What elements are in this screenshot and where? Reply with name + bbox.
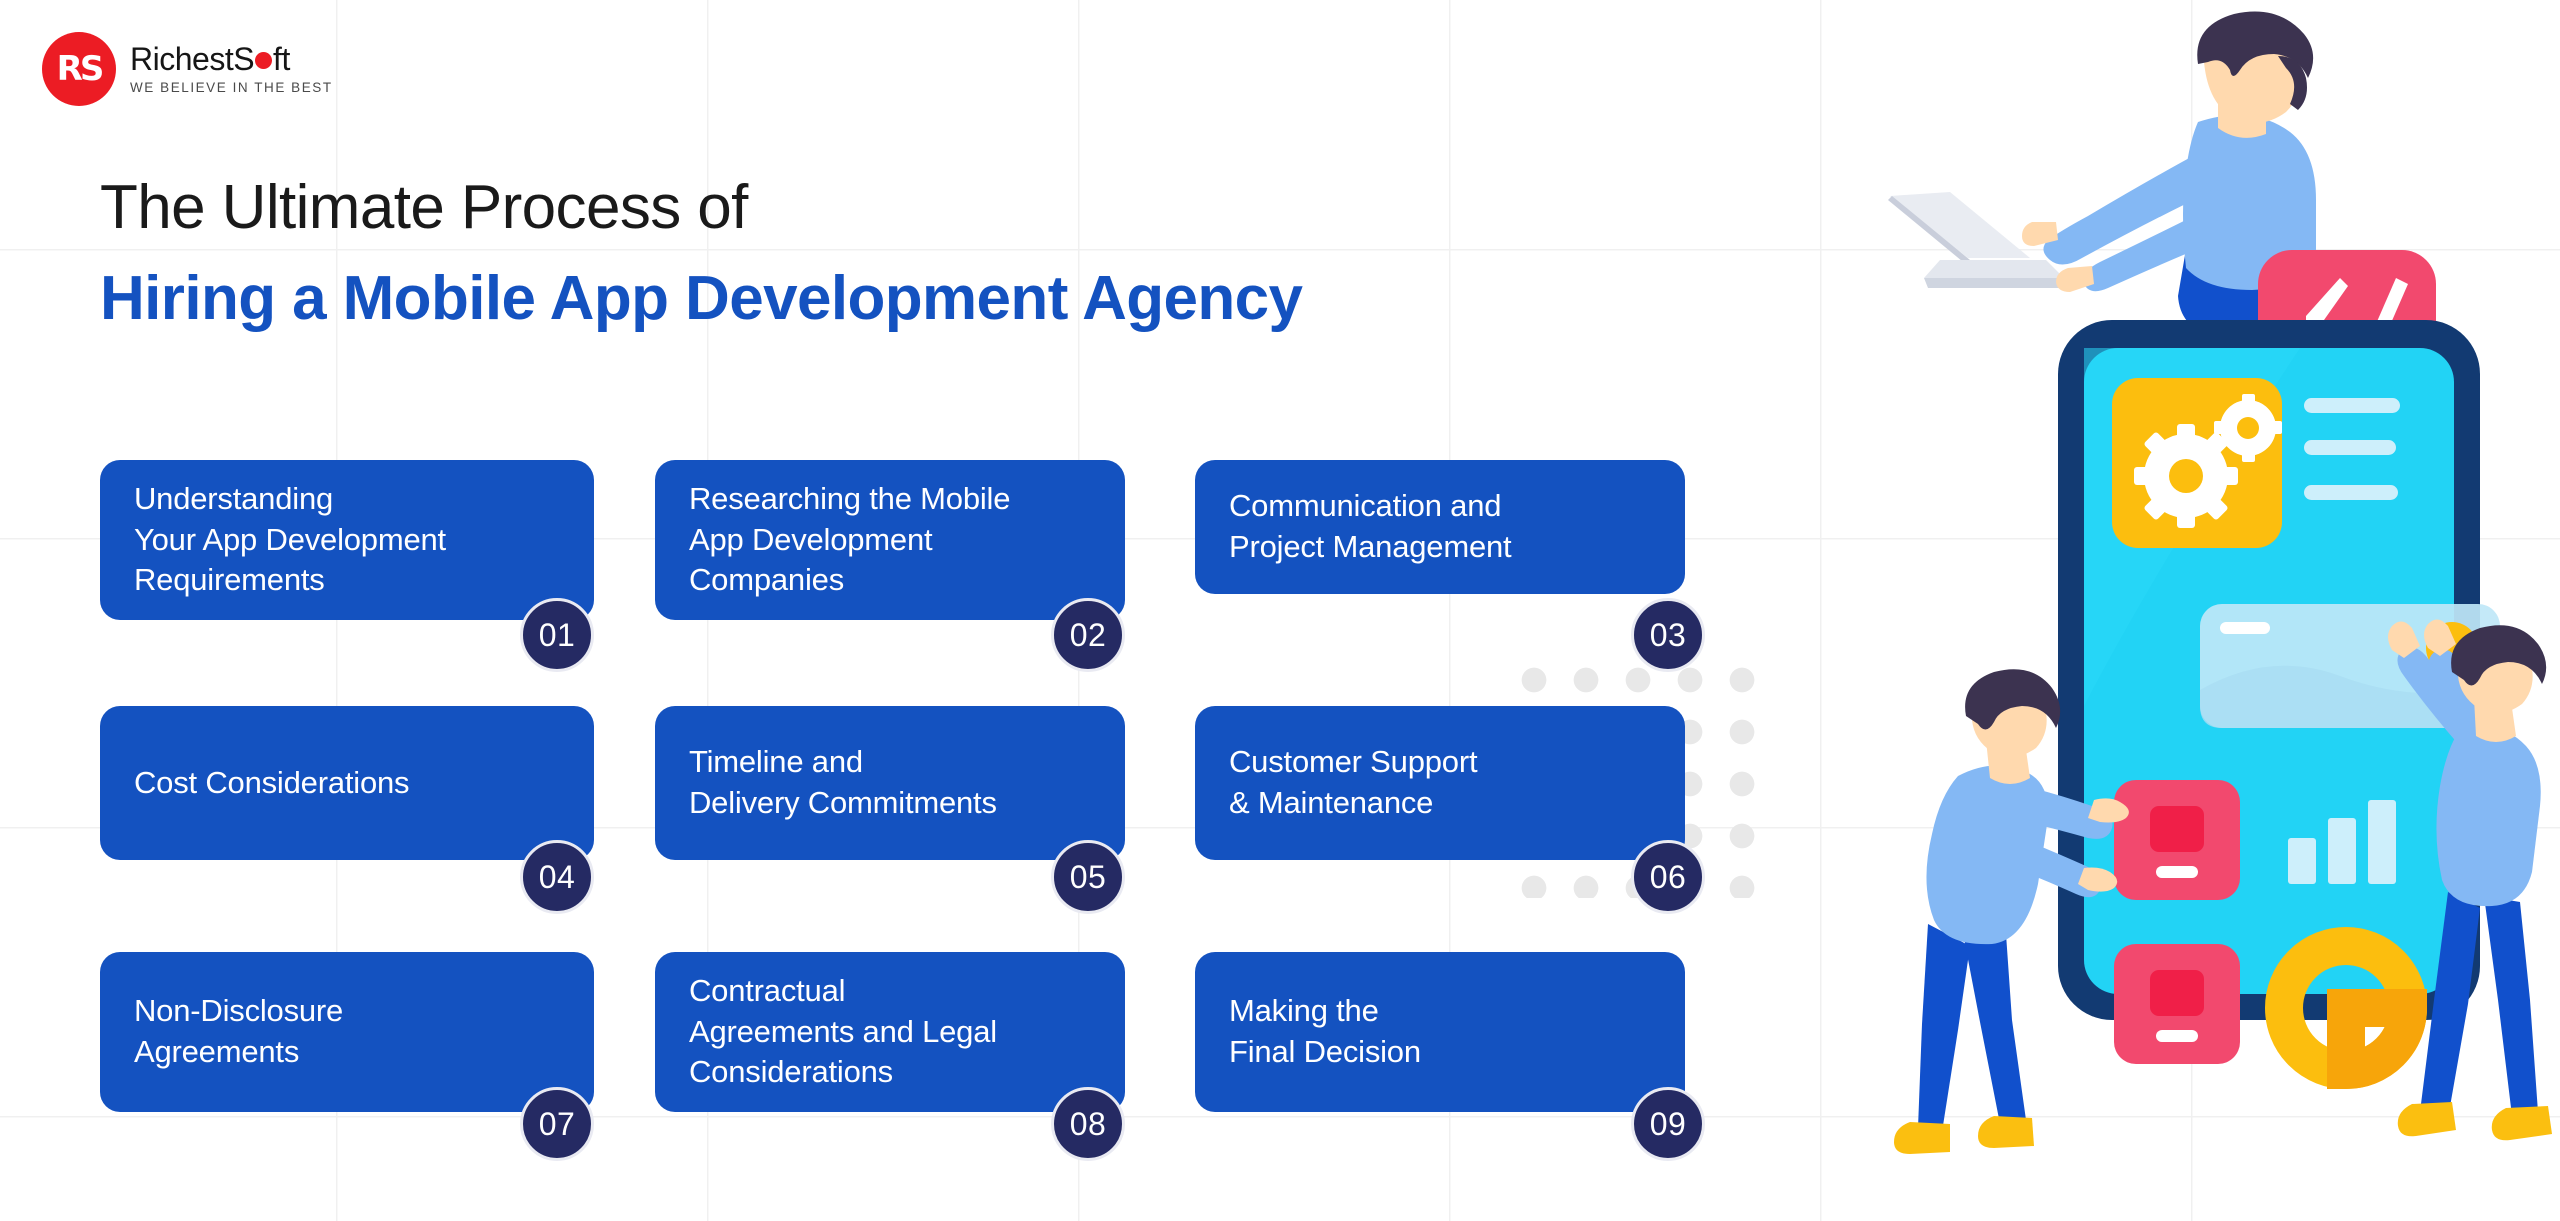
process-badge-03: 03 [1631, 598, 1705, 672]
process-badge-04: 04 [520, 840, 594, 914]
process-badge-08: 08 [1051, 1087, 1125, 1161]
page-title-line1: The Ultimate Process of [100, 173, 748, 242]
shoe-icon [1978, 1116, 2034, 1148]
shoe-icon [2397, 1102, 2456, 1137]
brand-logo[interactable]: RS RichestS ft WE BELIEVE IN THE BEST [42, 32, 333, 106]
process-card-01[interactable]: Understanding Your App Development Requi… [100, 460, 594, 620]
brand-name-part2: ft [273, 41, 290, 78]
shoe-icon [1894, 1122, 1950, 1154]
infographic-page: RS RichestS ft WE BELIEVE IN THE BEST The… [0, 0, 2560, 1221]
process-card-09[interactable]: Making the Final Decision [1195, 952, 1685, 1112]
process-card-label: Contractual Agreements and Legal Conside… [689, 972, 997, 1090]
process-card-label: Making the Final Decision [1229, 993, 1421, 1069]
process-badge-number: 05 [1069, 858, 1107, 895]
process-badge-number: 04 [538, 858, 576, 895]
process-card-06[interactable]: Customer Support & Maintenance [1195, 706, 1685, 860]
process-badge-09: 09 [1631, 1087, 1705, 1161]
logo-mark-icon: RS [42, 32, 116, 106]
process-badge-07: 07 [520, 1087, 594, 1161]
donut-chart-icon [2265, 927, 2428, 1090]
process-card-label: Researching the Mobile App Development C… [689, 480, 1011, 598]
gears-tile-icon [2112, 378, 2282, 548]
process-badge-number: 02 [1069, 616, 1107, 653]
process-card-04[interactable]: Cost Considerations [100, 706, 594, 860]
shoe-icon [2491, 1106, 2552, 1141]
process-card-label: Non-Disclosure Agreements [134, 993, 344, 1069]
process-badge-02: 02 [1051, 598, 1125, 672]
process-badge-number: 07 [538, 1105, 576, 1142]
brand-tagline: WE BELIEVE IN THE BEST [130, 79, 333, 95]
process-card-label: Timeline and Delivery Commitments [689, 744, 997, 820]
logo-mark-initials: RS [56, 49, 105, 89]
process-badge-number: 06 [1649, 858, 1687, 895]
process-card-label: Understanding Your App Development Requi… [134, 480, 446, 598]
brand-name-part1: RichestS [130, 41, 255, 78]
process-card-label: Customer Support & Maintenance [1229, 744, 1478, 820]
app-tile-icon [2114, 944, 2240, 1064]
process-badge-number: 09 [1649, 1105, 1687, 1142]
hero-illustration [1800, 0, 2560, 1221]
app-tile-icon [2114, 780, 2240, 900]
process-badge-01: 01 [520, 598, 594, 672]
process-card-label: Cost Considerations [134, 764, 410, 800]
process-card-08[interactable]: Contractual Agreements and Legal Conside… [655, 952, 1125, 1112]
process-badge-number: 08 [1069, 1105, 1107, 1142]
process-badge-number: 01 [538, 616, 576, 653]
process-card-03[interactable]: Communication and Project Management [1195, 460, 1685, 594]
page-title-line2: Hiring a Mobile App Development Agency [100, 264, 1303, 334]
process-card-02[interactable]: Researching the Mobile App Development C… [655, 460, 1125, 620]
process-badge-05: 05 [1051, 840, 1125, 914]
process-card-label: Communication and Project Management [1229, 488, 1512, 564]
process-card-05[interactable]: Timeline and Delivery Commitments [655, 706, 1125, 860]
process-badge-number: 03 [1649, 616, 1687, 653]
process-badge-06: 06 [1631, 840, 1705, 914]
brand-name: RichestS ft [130, 41, 333, 78]
page-title: The Ultimate Process of Hiring a Mobile … [100, 172, 1303, 335]
process-card-07[interactable]: Non-Disclosure Agreements [100, 952, 594, 1112]
brand-name-dot-icon [255, 52, 273, 70]
logo-text-block: RichestS ft WE BELIEVE IN THE BEST [130, 41, 333, 95]
